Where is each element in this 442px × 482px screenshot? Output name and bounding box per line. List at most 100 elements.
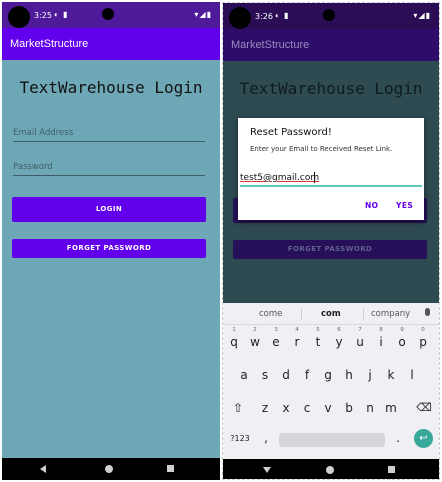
suggestion-divider xyxy=(363,308,364,320)
app-bar: MarketStructure xyxy=(2,28,220,60)
home-icon[interactable] xyxy=(326,466,334,474)
reset-password-dialog: Reset Password! Enter your Email to Rece… xyxy=(238,118,424,220)
hide-keyboard-icon[interactable] xyxy=(263,467,271,473)
login-heading: TextWarehouse Login xyxy=(19,78,203,97)
comma-key[interactable]: , xyxy=(257,431,275,445)
key-o[interactable]: 9o xyxy=(393,327,411,349)
app-title: MarketStructure xyxy=(10,38,89,50)
status-time: 3:26 xyxy=(255,12,273,21)
login-content: TextWarehouse Login Email Address Passwo… xyxy=(2,60,220,458)
key-d[interactable]: d xyxy=(277,368,295,382)
suggestion-2[interactable]: com xyxy=(321,309,341,319)
key-y[interactable]: 6y xyxy=(330,327,348,349)
forget-password-button[interactable]: FORGET PASSWORD xyxy=(12,239,206,258)
key-f[interactable]: f xyxy=(298,368,316,382)
key-q[interactable]: 1q xyxy=(225,327,243,349)
key-label: y xyxy=(335,335,343,349)
key-p[interactable]: 0p xyxy=(414,327,432,349)
key-m[interactable]: m xyxy=(382,401,400,415)
key-e[interactable]: 3e xyxy=(267,327,285,349)
key-l[interactable]: l xyxy=(403,368,421,382)
key-label: u xyxy=(356,335,364,349)
home-icon[interactable] xyxy=(105,465,113,473)
front-sensor xyxy=(102,8,114,20)
app-title: MarketStructure xyxy=(231,39,310,51)
key-i[interactable]: 8i xyxy=(372,327,390,349)
enter-icon[interactable]: ↩ xyxy=(414,429,433,448)
forget-password-button: FORGET PASSWORD xyxy=(233,240,427,259)
back-icon[interactable] xyxy=(40,465,46,473)
reset-email-value: test5@gmail.com xyxy=(240,173,320,183)
suggestion-3[interactable]: company xyxy=(371,309,410,319)
suggestion-strip: come com company xyxy=(223,303,439,325)
reset-email-input[interactable]: test5@gmail.com xyxy=(240,171,422,187)
status-time: 3:25 xyxy=(34,11,52,20)
dialog-title: Reset Password! xyxy=(250,127,332,138)
key-b[interactable]: b xyxy=(340,401,358,415)
signal-battery-icons: ▾◢▮ xyxy=(194,10,212,19)
key-row-1: 1q 2w 3e 4r 5t 6y 7u 8i 9o 0p xyxy=(223,327,439,357)
key-digit: 4 xyxy=(295,327,299,333)
text-cursor xyxy=(314,172,315,183)
reset-password-screen: 3:26 ◐ ▮ ▾◢▮ MarketStructure TextWarehou… xyxy=(222,2,440,480)
key-r[interactable]: 4r xyxy=(288,327,306,349)
recents-icon[interactable] xyxy=(167,465,174,472)
camera-cutout xyxy=(8,6,30,28)
key-h[interactable]: h xyxy=(340,368,358,382)
login-heading: TextWarehouse Login xyxy=(239,79,423,98)
key-w[interactable]: 2w xyxy=(246,327,264,349)
key-n[interactable]: n xyxy=(361,401,379,415)
email-placeholder: Email Address xyxy=(13,128,74,138)
key-digit: 2 xyxy=(253,327,257,333)
key-digit: 5 xyxy=(316,327,320,333)
key-digit: 3 xyxy=(274,327,278,333)
key-digit: 8 xyxy=(379,327,383,333)
key-digit: 9 xyxy=(400,327,404,333)
key-s[interactable]: s xyxy=(256,368,274,382)
recents-icon[interactable] xyxy=(388,466,395,473)
soft-keyboard: come com company 1q 2w 3e 4r 5t 6y 7u 8i… xyxy=(223,303,439,459)
navigation-bar xyxy=(223,459,439,479)
password-field[interactable]: Password xyxy=(13,158,205,176)
key-digit: 6 xyxy=(337,327,341,333)
key-label: e xyxy=(272,335,280,349)
key-label: i xyxy=(379,335,383,349)
key-v[interactable]: v xyxy=(319,401,337,415)
key-j[interactable]: j xyxy=(361,368,379,382)
key-digit: 7 xyxy=(358,327,362,333)
shift-icon[interactable]: ⇧ xyxy=(229,401,247,415)
period-key[interactable]: . xyxy=(389,431,407,445)
email-field[interactable]: Email Address xyxy=(13,124,205,142)
password-placeholder: Password xyxy=(13,162,53,172)
front-sensor xyxy=(323,9,335,21)
key-a[interactable]: a xyxy=(235,368,253,382)
login-button[interactable]: LOGIN xyxy=(12,197,206,222)
key-t[interactable]: 5t xyxy=(309,327,327,349)
app-bar: MarketStructure xyxy=(223,29,439,61)
space-bar[interactable] xyxy=(279,433,385,447)
key-z[interactable]: z xyxy=(256,401,274,415)
microphone-icon[interactable] xyxy=(425,308,430,316)
camera-cutout xyxy=(229,7,251,29)
key-label: w xyxy=(250,335,260,349)
key-g[interactable]: g xyxy=(319,368,337,382)
signal-battery-icons: ▾◢▮ xyxy=(413,11,431,20)
key-row-3: ⇧ z x c v b n m ⌫ xyxy=(223,401,439,423)
backspace-icon[interactable]: ⌫ xyxy=(415,401,433,414)
key-label: r xyxy=(294,335,300,349)
yes-button[interactable]: YES xyxy=(396,201,413,210)
key-label: p xyxy=(419,335,427,349)
dialog-message: Enter your Email to Received Reset Link. xyxy=(250,145,393,153)
key-k[interactable]: k xyxy=(382,368,400,382)
login-screen: 3:25 ◐ ▮ ▾◢▮ MarketStructure TextWarehou… xyxy=(2,2,220,480)
key-x[interactable]: x xyxy=(277,401,295,415)
navigation-bar xyxy=(2,458,220,480)
key-c[interactable]: c xyxy=(298,401,316,415)
no-button[interactable]: NO xyxy=(365,201,378,210)
key-label: o xyxy=(398,335,406,349)
suggestion-1[interactable]: come xyxy=(259,309,282,319)
symbols-key[interactable]: ?123 xyxy=(227,434,253,443)
status-bar: 3:26 ◐ ▮ ▾◢▮ xyxy=(223,3,439,29)
key-u[interactable]: 7u xyxy=(351,327,369,349)
key-row-2: a s d f g h j k l xyxy=(223,368,439,390)
